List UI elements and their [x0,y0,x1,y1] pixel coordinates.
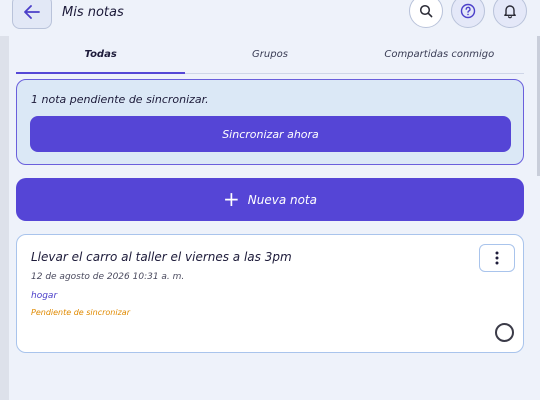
plus-icon: + [222,186,240,211]
back-button[interactable] [12,0,52,29]
bell-icon [504,5,516,19]
sync-status-label: Pendiente de sincronizar [31,308,130,317]
note-date: 12 de agosto de 2026 10:31 a. m. [31,272,185,282]
tab-bar: Todas Grupos Compartidas conmigo [16,36,524,74]
note-more-button[interactable] [479,244,515,272]
tab-grupos[interactable]: Grupos [185,36,354,73]
left-scroll-track [0,36,9,400]
note-tag[interactable]: hogar [31,291,57,301]
sync-banner: 1 nota pendiente de sincronizar. Sincron… [16,79,524,165]
note-card[interactable]: Llevar el carro al taller el viernes a l… [16,234,524,353]
page-title: Mis notas [62,5,124,20]
new-note-button[interactable]: + Nueva nota [16,178,524,221]
help-circle-icon [460,3,476,19]
notifications-button[interactable] [493,0,527,28]
complete-checkbox[interactable] [495,323,514,342]
more-vertical-icon [495,251,499,265]
help-button[interactable] [451,0,485,28]
tab-compartidas[interactable]: Compartidas conmigo [355,36,524,73]
top-bar: Mis notas [0,0,540,30]
sync-message: 1 nota pendiente de sincronizar. [31,93,209,106]
note-title: Llevar el carro al taller el viernes a l… [31,250,292,264]
new-note-label: Nueva nota [247,192,317,207]
tab-todas[interactable]: Todas [16,36,186,74]
search-button[interactable] [409,0,443,28]
sync-now-button[interactable]: Sincronizar ahora [30,116,511,152]
arrow-left-icon [24,5,40,19]
search-icon [419,4,433,18]
